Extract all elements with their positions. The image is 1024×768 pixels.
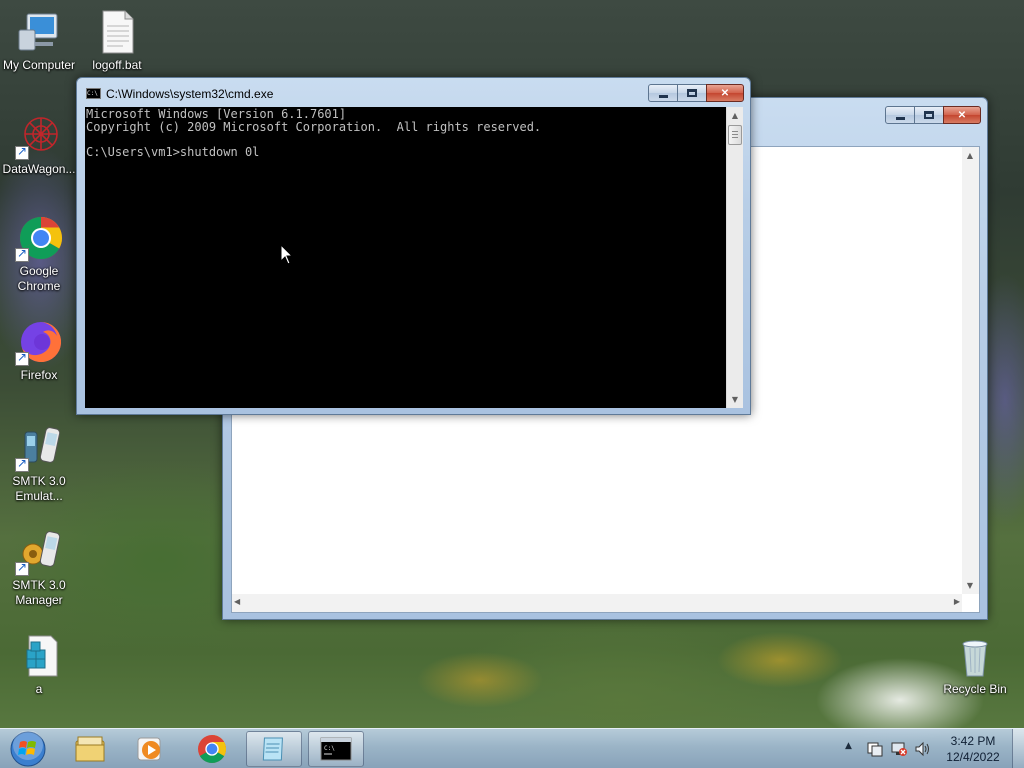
- desktop-icon-label: My Computer: [2, 58, 76, 72]
- minimize-button[interactable]: [885, 106, 915, 124]
- desktop-icon-label: DataWagon...: [2, 162, 76, 176]
- taskbar-explorer-button[interactable]: [62, 731, 118, 767]
- svg-text:C:\: C:\: [324, 745, 335, 752]
- shortcut-arrow-icon: [15, 456, 29, 472]
- network-icon[interactable]: [890, 740, 908, 758]
- desktop-icon-google-chrome[interactable]: Google Chrome: [0, 214, 78, 294]
- desktop: My Computer logoff.bat DataWagon...: [0, 0, 1024, 768]
- desktop-icon-my-computer[interactable]: My Computer: [0, 8, 78, 73]
- shortcut-arrow-icon: [15, 144, 29, 160]
- media-player-icon: [137, 737, 161, 761]
- close-icon: ✕: [720, 87, 730, 99]
- chrome-icon: [15, 214, 63, 262]
- folder-icon: [75, 736, 105, 762]
- cmd-window-title: C:\Windows\system32\cmd.exe: [106, 87, 274, 101]
- close-button[interactable]: ✕: [943, 106, 981, 124]
- show-desktop-button[interactable]: [1012, 729, 1024, 768]
- maximize-icon: [687, 89, 697, 97]
- datawagon-icon: [15, 112, 63, 160]
- taskbar-notepad-button[interactable]: [246, 731, 302, 767]
- recycle-bin-icon: [951, 632, 999, 680]
- maximize-icon: [924, 111, 934, 119]
- console-line: Microsoft Windows [Version 6.1.7601]: [86, 107, 347, 121]
- desktop-icon-label: logoff.bat: [92, 58, 142, 72]
- start-button[interactable]: [0, 731, 56, 767]
- cmd-caption-buttons: ✕: [648, 84, 744, 102]
- desktop-icon-firefox[interactable]: Firefox: [0, 318, 78, 383]
- close-button[interactable]: ✕: [706, 84, 744, 102]
- desktop-icon-label: SMTK 3.0 Manager: [12, 578, 66, 607]
- horizontal-scrollbar[interactable]: ◀ ▶: [232, 594, 962, 612]
- shortcut-arrow-icon: [15, 560, 29, 576]
- desktop-icon-a[interactable]: a: [0, 632, 78, 697]
- scroll-down-button[interactable]: ▼: [962, 577, 978, 594]
- console-area[interactable]: Microsoft Windows [Version 6.1.7601] Copy…: [85, 107, 726, 408]
- desktop-icon-label: Google Chrome: [17, 264, 61, 293]
- desktop-icon-recycle-bin[interactable]: Recycle Bin: [936, 632, 1014, 697]
- clock-time: 3:42 PM: [950, 734, 996, 748]
- chrome-icon: [198, 735, 227, 764]
- notepad-icon: [262, 737, 283, 761]
- cmd-titlebar[interactable]: C:\ C:\Windows\system32\cmd.exe ✕: [77, 78, 750, 106]
- smtk-manager-icon: [15, 528, 63, 576]
- minimize-icon: [658, 94, 668, 98]
- minimize-button[interactable]: [648, 84, 678, 102]
- taskbar-chrome-button[interactable]: [184, 731, 240, 767]
- cmd-vertical-scrollbar[interactable]: ▲ ▼: [726, 107, 743, 408]
- smtk-emulator-icon: [15, 424, 63, 472]
- vertical-scrollbar[interactable]: ▲ ▼: [962, 147, 979, 594]
- console-line: C:\Users\vm1>shutdown 0l: [86, 144, 260, 159]
- shortcut-arrow-icon: [15, 246, 29, 262]
- scroll-thumb[interactable]: [728, 125, 742, 145]
- desktop-icon-datawagon[interactable]: DataWagon...: [0, 112, 78, 177]
- windows-logo-icon: [10, 731, 46, 767]
- firefox-icon: [15, 318, 63, 366]
- desktop-icon-smtk-manager[interactable]: SMTK 3.0 Manager: [0, 528, 78, 608]
- clock-date: 12/4/2022: [946, 750, 1000, 764]
- action-center-icon[interactable]: [866, 740, 884, 758]
- scroll-up-button[interactable]: ▲: [727, 107, 743, 124]
- cmd-app-icon: C:\: [86, 88, 101, 99]
- clock[interactable]: 3:42 PM 12/4/2022: [940, 733, 1006, 765]
- shortcut-arrow-icon: [15, 350, 29, 366]
- batch-file-icon: [93, 8, 141, 56]
- desktop-icon-logoff-bat[interactable]: logoff.bat: [78, 8, 156, 73]
- volume-icon[interactable]: [914, 740, 932, 758]
- taskbar-media-player-button[interactable]: [122, 731, 178, 767]
- console-line: Copyright (c) 2009 Microsoft Corporation…: [86, 119, 542, 134]
- taskbar-cmd-button[interactable]: C:\: [308, 731, 364, 767]
- desktop-icon-label: Firefox: [20, 368, 58, 382]
- show-hidden-icons-icon[interactable]: ▲: [845, 741, 852, 751]
- desktop-icon-smtk-emulator[interactable]: SMTK 3.0 Emulat...: [0, 424, 78, 504]
- close-icon: ✕: [957, 109, 967, 121]
- cmd-icon: C:\: [320, 737, 352, 761]
- scroll-right-button[interactable]: ▶: [954, 597, 960, 606]
- scroll-left-button[interactable]: ◀: [234, 597, 240, 606]
- mouse-cursor-icon: [280, 244, 294, 265]
- scroll-up-button[interactable]: ▲: [962, 147, 978, 164]
- background-window-caption-buttons: ✕: [885, 106, 981, 124]
- registry-icon: [15, 632, 63, 680]
- desktop-icon-label: a: [35, 682, 43, 696]
- taskbar: C:\ ▲ 3:42 PM 12/4/2022: [0, 728, 1024, 768]
- cmd-window[interactable]: C:\ C:\Windows\system32\cmd.exe ✕ Micros…: [76, 77, 751, 415]
- scroll-down-button[interactable]: ▼: [727, 391, 743, 408]
- desktop-icon-label: Recycle Bin: [943, 682, 1007, 696]
- desktop-icon-label: SMTK 3.0 Emulat...: [12, 474, 66, 503]
- console-output: Microsoft Windows [Version 6.1.7601] Copy…: [86, 108, 726, 158]
- minimize-icon: [895, 116, 905, 120]
- maximize-button[interactable]: [914, 106, 944, 124]
- maximize-button[interactable]: [677, 84, 707, 102]
- computer-icon: [15, 8, 63, 56]
